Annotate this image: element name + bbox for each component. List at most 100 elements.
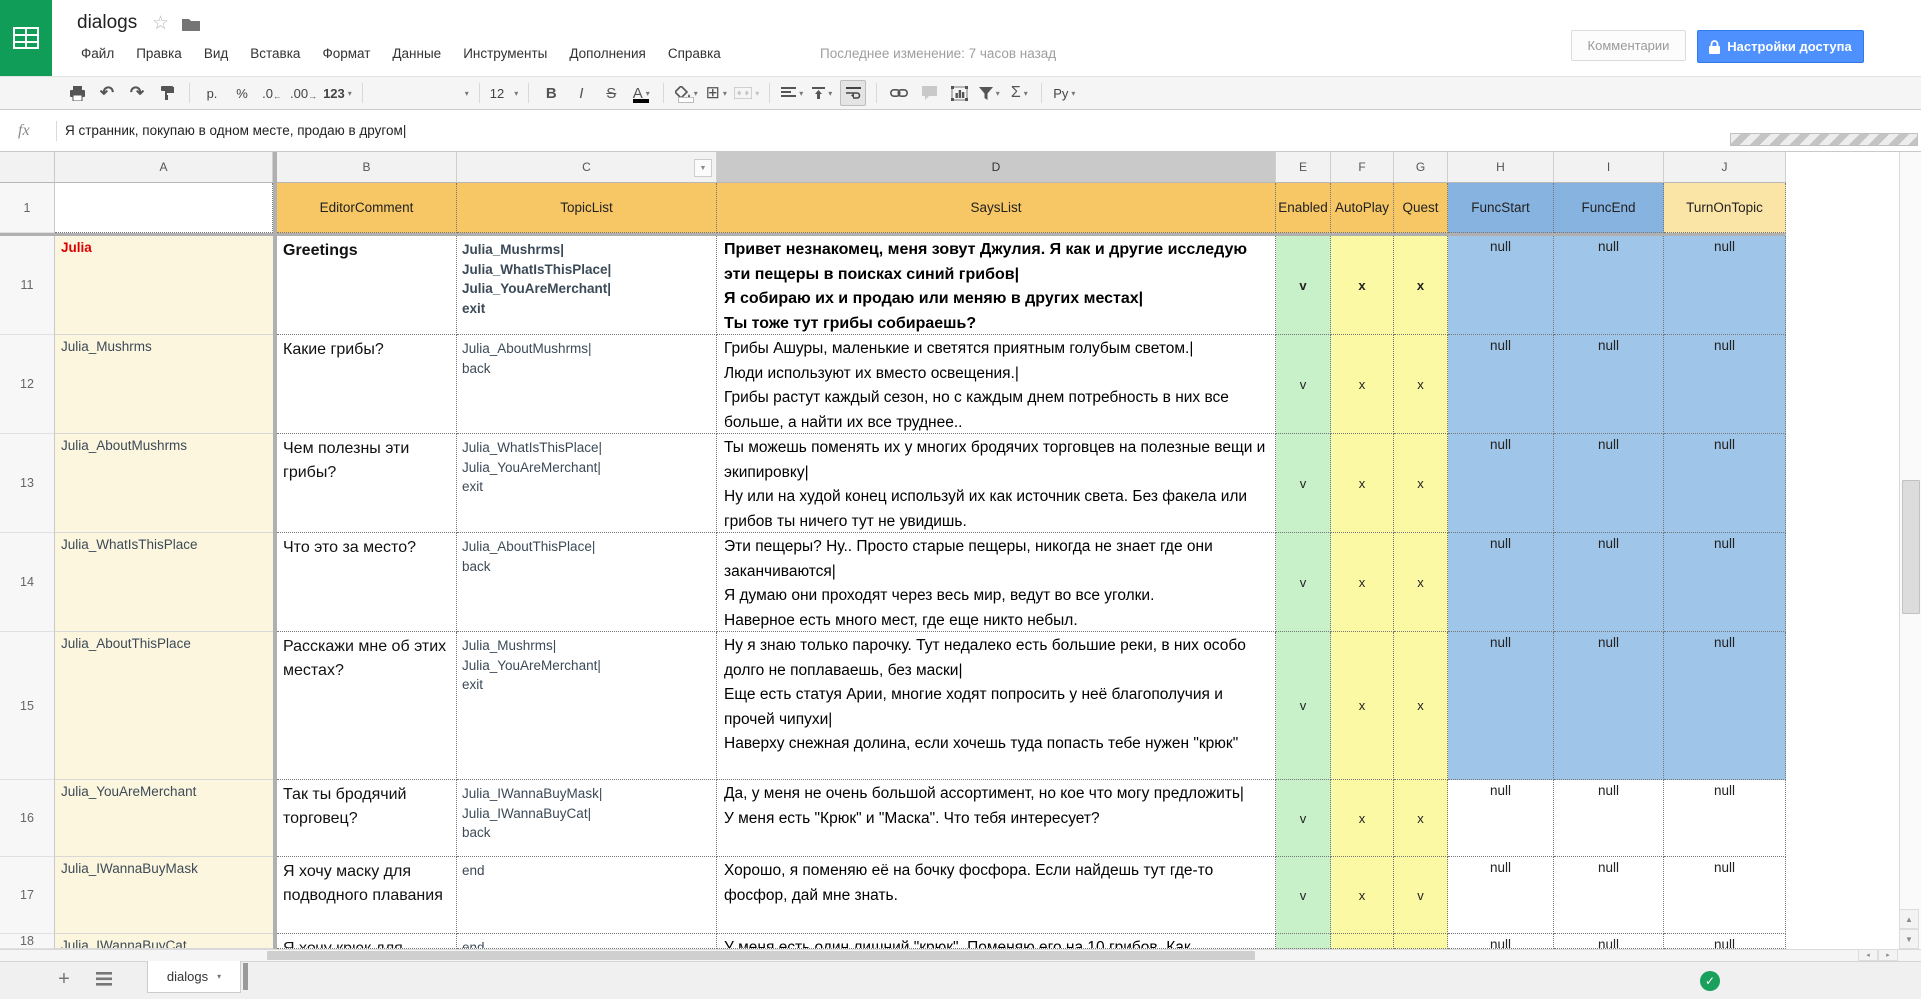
cell-A15[interactable]: Julia_AboutThisPlace <box>55 632 273 780</box>
row-header-15[interactable]: 15 <box>0 632 55 780</box>
decrease-decimals-button[interactable]: .0← <box>260 81 284 105</box>
sheet-tab-dialogs[interactable]: dialogs ▾ <box>147 961 241 993</box>
cell-A1[interactable] <box>55 183 273 233</box>
cell-H16[interactable]: null <box>1448 780 1554 857</box>
cell-H17[interactable]: null <box>1448 857 1554 934</box>
fill-color-button[interactable]: ▾ <box>674 81 698 105</box>
text-color-button[interactable]: A ▾ <box>629 81 653 105</box>
cell-A17[interactable]: Julia_IWannaBuyMask <box>55 857 273 934</box>
cell-B13[interactable]: Чем полезны эти грибы? <box>277 434 457 533</box>
undo-button[interactable]: ↶ <box>95 81 119 105</box>
cell-D16[interactable]: Да, у меня не очень большой ассортимент,… <box>717 780 1276 857</box>
cell-D13[interactable]: Ты можешь поменять их у многих бродячих … <box>717 434 1276 533</box>
all-sheets-button[interactable] <box>96 972 112 991</box>
cell-C18[interactable]: end <box>457 934 717 949</box>
horizontal-align-button[interactable]: ▾ <box>780 81 804 105</box>
cell-I1[interactable]: FuncEnd <box>1554 183 1664 233</box>
column-header-j[interactable]: J <box>1664 152 1786 183</box>
folder-icon[interactable] <box>181 17 201 37</box>
cell-B11[interactable]: Greetings <box>277 236 457 335</box>
cell-G18[interactable] <box>1394 934 1448 949</box>
format-percent-button[interactable]: % <box>230 81 254 105</box>
cell-I18[interactable]: null <box>1554 934 1664 949</box>
cell-H12[interactable]: null <box>1448 335 1554 434</box>
cell-H1[interactable]: FuncStart <box>1448 183 1554 233</box>
cell-E18[interactable] <box>1276 934 1331 949</box>
cell-E15[interactable]: v <box>1276 632 1331 780</box>
cell-A16[interactable]: Julia_YouAreMerchant <box>55 780 273 857</box>
column-header-c[interactable]: C ▼ <box>457 152 717 183</box>
document-title[interactable]: dialogs <box>77 12 137 34</box>
cell-C12[interactable]: Julia_AboutMushrms| back <box>457 335 717 434</box>
column-header-a[interactable]: A <box>55 152 273 183</box>
cell-J17[interactable]: null <box>1664 857 1786 934</box>
row-header-12[interactable]: 12 <box>0 335 55 434</box>
column-header-g[interactable]: G <box>1394 152 1448 183</box>
add-sheet-button[interactable]: + <box>52 968 76 991</box>
wrap-text-button[interactable] <box>840 80 866 106</box>
cell-J18[interactable]: null <box>1664 934 1786 949</box>
cell-E11[interactable]: v <box>1276 236 1331 335</box>
number-format-button[interactable]: 123 ▾ <box>323 81 352 105</box>
cell-H18[interactable]: null <box>1448 934 1554 949</box>
merge-cells-button[interactable]: ▾ <box>734 81 759 105</box>
cell-B15[interactable]: Расскажи мне об этих местах? <box>277 632 457 780</box>
menu-edit[interactable]: Правка <box>125 42 193 65</box>
vertical-align-button[interactable]: ▾ <box>810 81 834 105</box>
cell-F17[interactable]: x <box>1331 857 1394 934</box>
share-button[interactable]: Настройки доступа <box>1697 30 1864 63</box>
cell-C16[interactable]: Julia_IWannaBuyMask| Julia_IWannaBuyCat|… <box>457 780 717 857</box>
cell-E13[interactable]: v <box>1276 434 1331 533</box>
row-header-16[interactable]: 16 <box>0 780 55 857</box>
cell-G16[interactable]: x <box>1394 780 1448 857</box>
cell-C1[interactable]: TopicList <box>457 183 717 233</box>
row-header-1[interactable]: 1 <box>0 183 55 233</box>
cell-D11[interactable]: Привет незнакомец, меня зовут Джулия. Я … <box>717 236 1276 335</box>
cell-F11[interactable]: x <box>1331 236 1394 335</box>
redo-button[interactable]: ↷ <box>125 81 149 105</box>
column-header-d[interactable]: D <box>717 152 1276 183</box>
cell-F15[interactable]: x <box>1331 632 1394 780</box>
cell-C13[interactable]: Julia_WhatIsThisPlace| Julia_YouAreMerch… <box>457 434 717 533</box>
cell-I13[interactable]: null <box>1554 434 1664 533</box>
functions-button[interactable]: Σ ▾ <box>1007 81 1031 105</box>
column-header-h[interactable]: H <box>1448 152 1554 183</box>
cell-I11[interactable]: null <box>1554 236 1664 335</box>
cell-A13[interactable]: Julia_AboutMushrms <box>55 434 273 533</box>
font-family-select[interactable]: ▾ <box>373 82 469 104</box>
cell-C17[interactable]: end <box>457 857 717 934</box>
scroll-right-button[interactable]: ▸ <box>1878 949 1898 961</box>
filter-button[interactable]: ▾ <box>977 81 1001 105</box>
cell-F14[interactable]: x <box>1331 533 1394 632</box>
input-tools-button[interactable]: Ру ▾ <box>1052 81 1076 105</box>
cell-F1[interactable]: AutoPlay <box>1331 183 1394 233</box>
cell-I17[interactable]: null <box>1554 857 1664 934</box>
cell-G12[interactable]: x <box>1394 335 1448 434</box>
cell-C15[interactable]: Julia_Mushrms| Julia_YouAreMerchant| exi… <box>457 632 717 780</box>
cell-B17[interactable]: Я хочу маску для подводного плавания <box>277 857 457 934</box>
menu-tools[interactable]: Инструменты <box>452 42 558 65</box>
cell-J13[interactable]: null <box>1664 434 1786 533</box>
cell-H11[interactable]: null <box>1448 236 1554 335</box>
cell-F12[interactable]: x <box>1331 335 1394 434</box>
cell-B16[interactable]: Так ты бродячий торговец? <box>277 780 457 857</box>
cell-C11[interactable]: Julia_Mushrms| Julia_WhatIsThisPlace| Ju… <box>457 236 717 335</box>
cell-F13[interactable]: x <box>1331 434 1394 533</box>
scroll-left-button[interactable]: ◂ <box>1858 949 1878 961</box>
insert-chart-button[interactable] <box>947 81 971 105</box>
star-icon[interactable]: ☆ <box>152 12 169 35</box>
cell-D12[interactable]: Грибы Ашуры, маленькие и светятся приятн… <box>717 335 1276 434</box>
row-header-11[interactable]: 11 <box>0 236 55 335</box>
sheets-logo[interactable] <box>0 0 52 76</box>
cell-G15[interactable]: x <box>1394 632 1448 780</box>
filter-icon[interactable]: ▼ <box>694 159 712 177</box>
column-header-f[interactable]: F <box>1331 152 1394 183</box>
cell-G17[interactable]: v <box>1394 857 1448 934</box>
cell-A11[interactable]: Julia <box>55 236 273 335</box>
horizontal-scrollbar-thumb[interactable] <box>267 951 1255 960</box>
row-header-18[interactable]: 18 <box>0 934 55 949</box>
bold-button[interactable]: B <box>539 81 563 105</box>
italic-button[interactable]: I <box>569 81 593 105</box>
cell-G13[interactable]: x <box>1394 434 1448 533</box>
cell-F16[interactable]: x <box>1331 780 1394 857</box>
